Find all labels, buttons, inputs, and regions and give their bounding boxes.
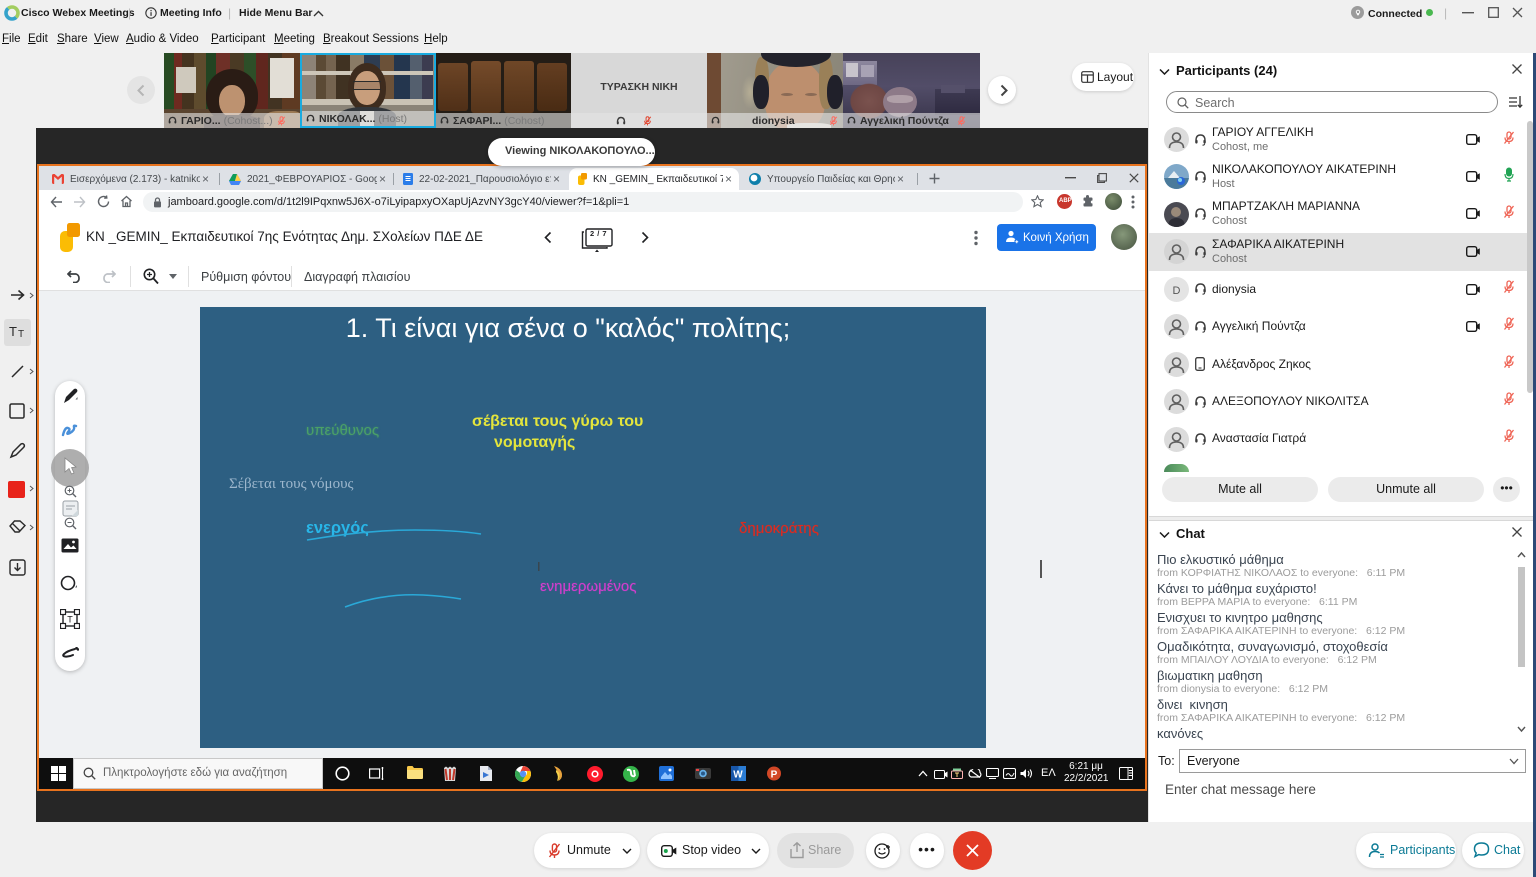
svg-text:D: D — [1173, 285, 1181, 297]
svg-text:T: T — [67, 615, 73, 625]
svg-text:P: P — [771, 770, 778, 781]
svg-text:W: W — [733, 770, 743, 781]
